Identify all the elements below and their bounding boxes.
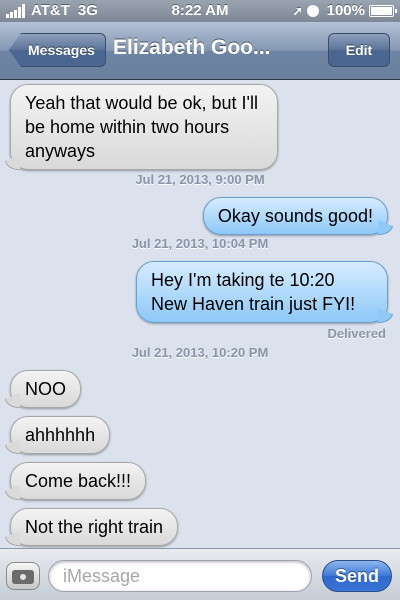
imessage-input[interactable] <box>48 560 312 592</box>
battery-icon <box>369 4 397 17</box>
message-bubble-incoming[interactable]: Come back!!! <box>10 462 147 500</box>
nav-bar: Messages Elizabeth Goo... Edit <box>0 22 400 80</box>
message-timestamp: Jul 21, 2013, 10:20 PM <box>131 345 269 360</box>
alarm-clock-icon <box>306 4 319 17</box>
status-right: ➚ 100% <box>292 2 397 19</box>
message-timestamp: Jul 21, 2013, 10:04 PM <box>131 236 269 251</box>
delivered-status: Delivered <box>327 326 386 341</box>
message-bubble-outgoing[interactable]: Okay sounds good! <box>202 197 388 235</box>
message-bubble-outgoing[interactable]: Hey I'm taking te 10:20 New Haven train … <box>136 261 388 323</box>
conversation-title: Elizabeth Goo... <box>113 36 271 59</box>
message-bubble-incoming[interactable]: Not the right train <box>10 508 179 546</box>
edit-button[interactable]: Edit <box>328 33 390 67</box>
battery-level <box>371 6 392 15</box>
message-timestamp: Jul 21, 2013, 9:00 PM <box>135 172 265 187</box>
camera-button[interactable] <box>6 562 40 590</box>
message-composer: Send <box>0 548 400 600</box>
message-bubble-incoming[interactable]: ahhhhhh <box>10 416 111 454</box>
status-bar: AT&T 3G 8:22 AM ➚ 100% <box>0 0 400 22</box>
message-bubble-incoming[interactable]: NOO <box>10 370 82 408</box>
location-arrow-icon: ➚ <box>292 3 303 18</box>
send-button[interactable]: Send <box>322 560 392 592</box>
message-bubble-incoming[interactable]: Yeah that would be ok, but I'll be home … <box>10 84 278 170</box>
camera-lens-icon <box>18 572 28 582</box>
battery-percent: 100% <box>326 2 365 19</box>
back-to-messages-button[interactable]: Messages <box>9 33 106 67</box>
